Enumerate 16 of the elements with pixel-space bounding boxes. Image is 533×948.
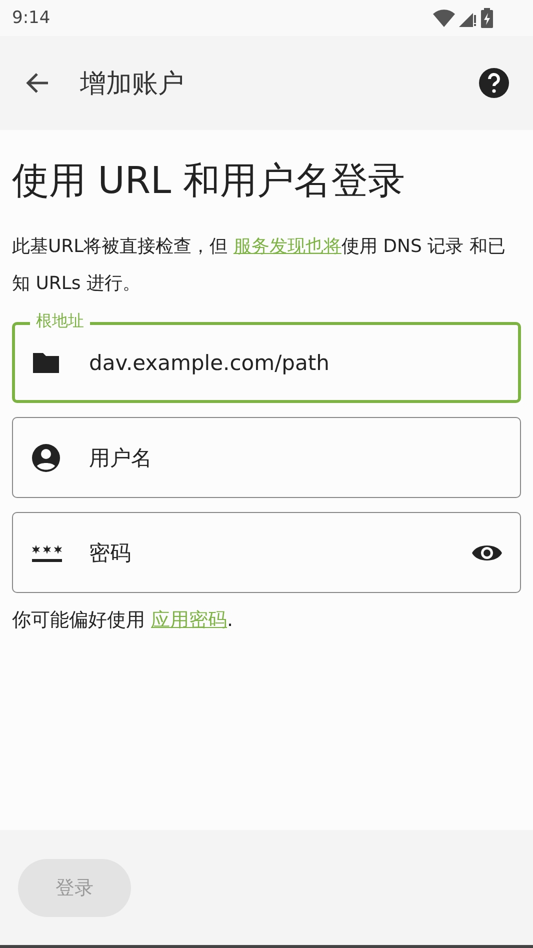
app-password-hint: 你可能偏好使用 应用密码. [12, 608, 234, 633]
back-arrow-icon[interactable] [24, 71, 50, 95]
page-heading: 使用 URL 和用户名登录 [12, 158, 406, 204]
password-icon [31, 542, 63, 562]
help-icon[interactable] [479, 68, 509, 98]
status-time: 9:14 [12, 8, 50, 28]
app-bar-title: 增加账户 [80, 68, 185, 100]
description-text: 此基URL将被直接检查，但 服务发现也将使用 DNS 记录 和已知 URLs 进行。 [12, 235, 506, 296]
app-password-link[interactable]: 应用密码 [151, 609, 228, 631]
password-field[interactable]: 密码 [12, 512, 521, 593]
account-icon [31, 442, 61, 472]
field-label: 根地址 [30, 311, 90, 331]
service-discovery-link[interactable]: 服务发现也将 [233, 236, 342, 257]
username-field[interactable]: 用户名 [12, 417, 521, 498]
battery-icon [481, 8, 493, 28]
wifi-icon [433, 9, 455, 27]
